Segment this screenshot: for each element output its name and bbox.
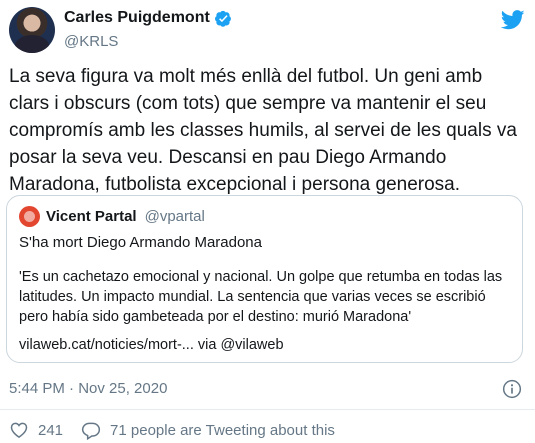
quoted-author-avatar: [19, 206, 40, 227]
heart-icon: [10, 422, 28, 438]
author-handle[interactable]: @KRLS: [64, 33, 118, 50]
quoted-tweet-body: 'Es un cachetazo emocional y nacional. U…: [19, 269, 503, 325]
info-icon[interactable]: [502, 379, 522, 399]
verified-badge-icon: [214, 10, 231, 27]
comment-icon: [81, 422, 101, 440]
quoted-tweet-link: vilaweb.cat/noticies/mort-... via @vilaw…: [19, 337, 284, 353]
likes-count: 241: [38, 421, 64, 439]
tweet-text: La seva figura va molt més enllà del fut…: [9, 66, 517, 195]
tweeting-about-text: 71 people are Tweeting about this: [110, 421, 335, 439]
twitter-bird-icon[interactable]: [501, 10, 525, 30]
tweeting-about-link[interactable]: 71 people are Tweeting about this: [81, 420, 335, 440]
like-button[interactable]: 241: [9, 420, 63, 440]
quoted-tweet-card[interactable]: Vicent Partal @vpartal S'ha mort Diego A…: [6, 195, 523, 363]
quoted-author-name: Vicent Partal: [46, 208, 137, 225]
divider: [0, 409, 535, 410]
quoted-tweet-header: Vicent Partal @vpartal: [19, 206, 205, 227]
author-name[interactable]: Carles Puigdemont: [64, 9, 210, 27]
author-name-row: Carles Puigdemont: [64, 9, 232, 27]
tweet-timestamp[interactable]: 5:44 PM · Nov 25, 2020: [9, 380, 167, 397]
action-bar: 241 71 people are Tweeting about this: [9, 420, 353, 440]
quoted-author-handle: @vpartal: [144, 208, 205, 225]
tweet-card: Carles Puigdemont @KRLS La seva figura v…: [0, 0, 535, 443]
quoted-tweet-headline: S'ha mort Diego Armando Maradona: [19, 234, 262, 251]
author-avatar[interactable]: [9, 7, 55, 53]
